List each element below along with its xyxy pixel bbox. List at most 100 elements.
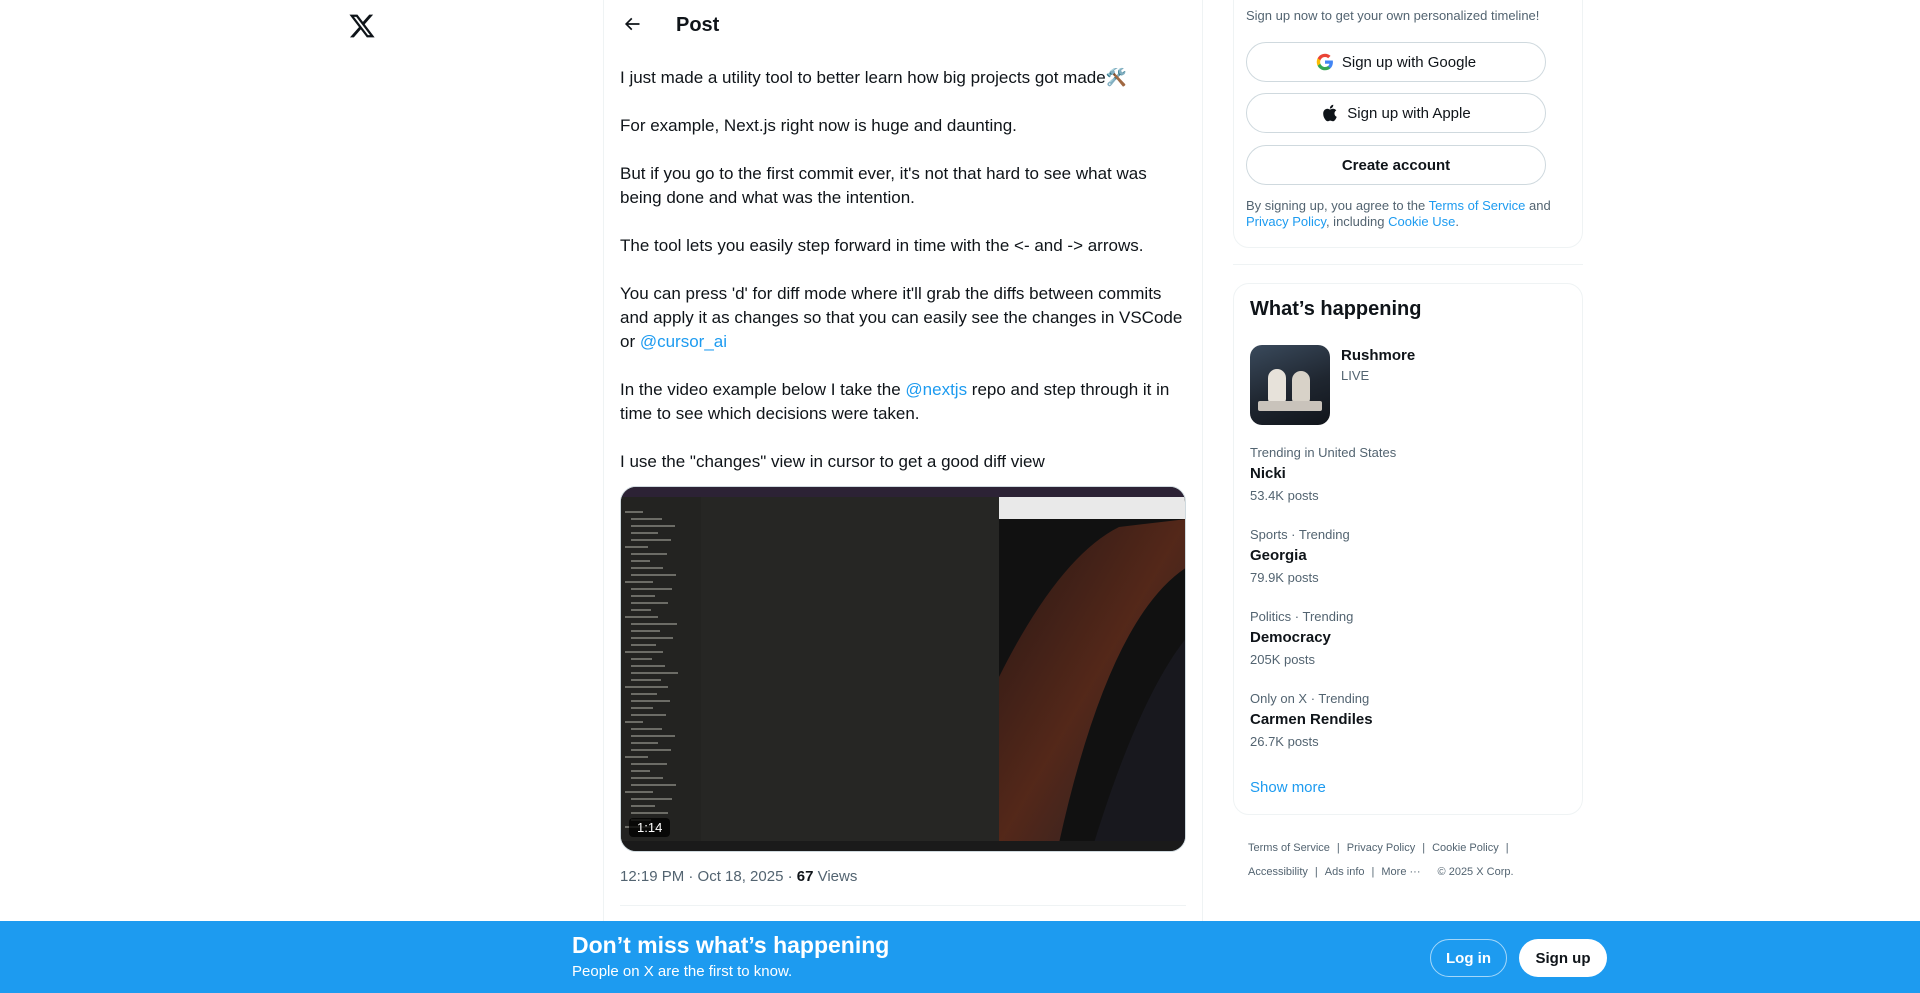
video-frame-wallpaper xyxy=(999,519,1185,843)
tweet-paragraph: The tool lets you easily step forward in… xyxy=(620,236,1144,255)
video-frame-tree-line xyxy=(631,735,675,737)
views-count: 67 xyxy=(796,868,814,885)
video-frame-tree-line xyxy=(631,525,675,527)
video-frame-tree-line xyxy=(631,602,668,604)
divider xyxy=(1233,264,1583,265)
video-frame-tree-line xyxy=(631,574,676,576)
footer-terms-link[interactable]: Terms of Service xyxy=(1248,842,1330,854)
video-frame-terminal xyxy=(999,497,1185,843)
trend-item[interactable]: Sports · Trending Georgia 79.9K posts xyxy=(1250,527,1560,597)
signup-google-label: Sign up with Google xyxy=(1341,53,1477,71)
tweet-meta: 12:19 PM · Oct 18, 2025 · 67 Views xyxy=(620,868,857,885)
video-frame-tree-line xyxy=(631,742,658,744)
video-frame-tree-line xyxy=(631,595,655,597)
signup-subtitle: Sign up now to get your own personalized… xyxy=(1246,8,1540,23)
video-frame-tree-line xyxy=(631,609,651,611)
tweet-timestamp[interactable]: 12:19 PM · Oct 18, 2025 · xyxy=(620,868,797,885)
thumbnail-figure xyxy=(1292,371,1310,403)
mention-link[interactable]: @cursor_ai xyxy=(640,332,727,351)
video-frame-tree-line xyxy=(631,784,676,786)
video-frame-tree-line xyxy=(625,651,663,653)
video-frame-tree-line xyxy=(631,658,652,660)
footer-links: Terms of Service | Privacy Policy | Cookie P… xyxy=(1248,836,1568,884)
tweet-paragraph: In the video example below I take the @n… xyxy=(620,378,1190,426)
privacy-link[interactable]: Privacy Policy xyxy=(1246,214,1326,229)
create-account-button[interactable]: Create account xyxy=(1246,145,1546,185)
trend-count: 26.7K posts xyxy=(1250,734,1319,749)
terms-link[interactable]: Terms of Service xyxy=(1429,198,1526,213)
mention-link[interactable]: @nextjs xyxy=(905,380,967,399)
trend-item[interactable]: Politics · Trending Democracy 205K posts xyxy=(1250,609,1560,679)
video-frame-tree-line xyxy=(625,616,658,618)
trend-item[interactable]: Trending in United States Nicki 53.4K po… xyxy=(1250,445,1560,515)
tweet-text: I just made a utility tool to better lea… xyxy=(620,66,1190,498)
signup-banner: Don’t miss what’s happening People on X … xyxy=(0,921,1920,993)
terms-text: , including xyxy=(1325,214,1389,229)
back-button[interactable] xyxy=(614,8,650,44)
signup-google-button[interactable]: Sign up with Google xyxy=(1246,42,1546,82)
footer-copyright: © 2025 X Corp. xyxy=(1437,866,1514,878)
footer-separator: | xyxy=(1336,842,1340,854)
signup-apple-label: Sign up with Apple xyxy=(1347,104,1471,122)
signup-apple-button[interactable]: Sign up with Apple xyxy=(1246,93,1546,133)
video-frame-tree-line xyxy=(631,539,671,541)
footer-separator: | xyxy=(1505,842,1509,854)
login-button[interactable]: Log in xyxy=(1430,939,1507,977)
tweet-paragraph: But if you go to the first commit ever, … xyxy=(620,164,1147,207)
tweet-paragraph: For example, Next.js right now is huge a… xyxy=(620,116,1017,135)
video-frame-tree-line xyxy=(631,532,658,534)
thumbnail-table xyxy=(1258,401,1322,411)
trend-name: Carmen Rendiles xyxy=(1250,711,1373,728)
trend-name: Democracy xyxy=(1250,629,1331,646)
video-player[interactable]: 1:14 xyxy=(620,486,1186,852)
video-frame-tree-line xyxy=(631,672,678,674)
video-frame-tree-line xyxy=(631,644,656,646)
page-title: Post xyxy=(676,14,720,36)
video-frame-tree-line xyxy=(631,588,672,590)
footer-cookie-link[interactable]: Cookie Policy xyxy=(1432,842,1499,854)
tweet-paragraph: You can press 'd' for diff mode where it… xyxy=(620,282,1190,354)
footer-more-link[interactable]: More ··· xyxy=(1381,866,1420,878)
cookie-link[interactable]: Cookie Use xyxy=(1388,214,1455,229)
video-frame-file-tree xyxy=(621,497,701,843)
x-logo-icon[interactable] xyxy=(348,12,376,42)
tweet-paragraph: I use the "changes" view in cursor to ge… xyxy=(620,452,1045,471)
video-frame-tree-line xyxy=(625,756,648,758)
trend-item[interactable]: Only on X · Trending Carmen Rendiles 26.… xyxy=(1250,691,1560,761)
footer-accessibility-link[interactable]: Accessibility xyxy=(1248,866,1308,878)
trends-title: What’s happening xyxy=(1250,298,1422,320)
signup-terms: By signing up, you agree to the Terms of… xyxy=(1246,198,1566,230)
footer-ads-link[interactable]: Ads info xyxy=(1325,866,1365,878)
thumbnail-figure xyxy=(1268,369,1286,403)
video-frame-tree-line xyxy=(631,560,650,562)
arrow-left-icon xyxy=(622,14,642,39)
live-event-card[interactable]: Rushmore LIVE xyxy=(1250,345,1560,425)
video-frame-menubar xyxy=(621,487,1185,497)
views-label: Views xyxy=(813,868,858,885)
video-frame-tree-line xyxy=(631,623,677,625)
video-frame-tree-line xyxy=(631,749,671,751)
video-frame-tree-line xyxy=(631,567,663,569)
footer-separator: | xyxy=(1371,866,1375,878)
signup-button[interactable]: Sign up xyxy=(1519,939,1607,977)
video-frame-tree-line xyxy=(631,805,655,807)
live-badge: LIVE xyxy=(1341,368,1370,383)
apple-icon xyxy=(1321,104,1339,122)
main-column: Post I just made a utility tool to bette… xyxy=(603,0,1203,993)
show-more-link[interactable]: Show more xyxy=(1250,779,1326,796)
video-frame-tree-line xyxy=(631,798,672,800)
video-duration: 1:14 xyxy=(629,818,671,837)
post-header: Post xyxy=(604,0,1202,53)
video-frame-tree-line xyxy=(631,700,670,702)
footer-separator: | xyxy=(1422,842,1426,854)
video-frame-tree-line xyxy=(625,721,643,723)
video-frame-tree-line xyxy=(631,812,668,814)
trend-count: 53.4K posts xyxy=(1250,488,1319,503)
trend-name: Nicki xyxy=(1250,465,1286,482)
trend-category: Politics · Trending xyxy=(1250,609,1354,624)
footer-privacy-link[interactable]: Privacy Policy xyxy=(1347,842,1415,854)
video-frame-tree-line xyxy=(631,518,662,520)
trend-count: 205K posts xyxy=(1250,652,1316,667)
trend-category: Sports · Trending xyxy=(1250,527,1350,542)
terms-text: and xyxy=(1525,198,1551,213)
